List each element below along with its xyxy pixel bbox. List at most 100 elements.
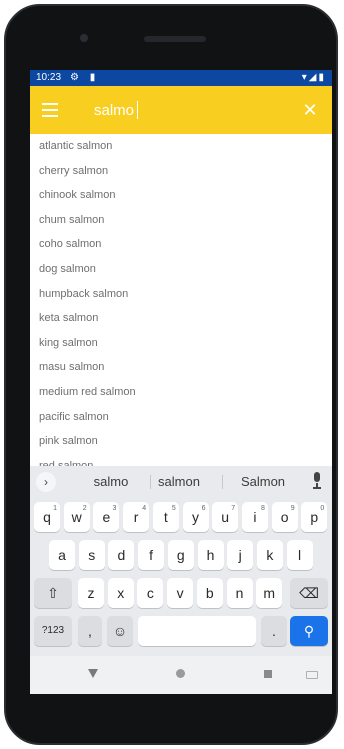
- key-q-label: q: [43, 509, 51, 525]
- key-m-label: m: [263, 585, 276, 601]
- key-number-hint: 2: [82, 505, 87, 512]
- key-q[interactable]: q1: [34, 502, 60, 532]
- suggestion-item[interactable]: red salmon: [30, 454, 332, 466]
- shift-key[interactable]: ⇧: [34, 578, 72, 608]
- key-i-label: i: [253, 509, 257, 525]
- search-enter-key-label: ⚲: [303, 623, 315, 639]
- key-l-label: l: [298, 547, 302, 563]
- status-notification-icons: ⚙ ▮: [70, 72, 100, 83]
- key-number-hint: 0: [320, 505, 325, 512]
- suggestion-item[interactable]: masu salmon: [30, 355, 332, 380]
- key-number-hint: 3: [112, 505, 117, 512]
- recent-square-icon[interactable]: [264, 670, 272, 678]
- key-a[interactable]: a: [49, 540, 75, 570]
- key-number-hint: 7: [231, 505, 236, 512]
- key-p-label: p: [310, 509, 319, 525]
- home-circle-icon[interactable]: [176, 669, 185, 678]
- key-d-label: d: [117, 547, 126, 563]
- key-g[interactable]: g: [167, 540, 194, 570]
- key-l[interactable]: l: [286, 540, 313, 570]
- key-k[interactable]: k: [256, 540, 283, 570]
- key-e-label: e: [102, 509, 111, 525]
- mic-icon[interactable]: [310, 472, 324, 490]
- key-m[interactable]: m: [256, 578, 283, 608]
- suggestion-item[interactable]: chinook salmon: [30, 183, 332, 208]
- suggestion-item[interactable]: pacific salmon: [30, 405, 332, 430]
- suggestion-list: atlantic salmon cherry salmon chinook salm…: [30, 134, 332, 466]
- keyboard-suggestion-bar: › salmo salmon Salmon: [30, 466, 332, 496]
- key-h[interactable]: h: [197, 540, 224, 570]
- suggestion-item[interactable]: cherry salmon: [30, 159, 332, 184]
- key-c[interactable]: c: [137, 578, 164, 608]
- key-p[interactable]: p0: [301, 502, 328, 532]
- suggestion-item[interactable]: keta salmon: [30, 306, 332, 331]
- keyboard-suggestion[interactable]: salmon: [142, 472, 216, 492]
- comma-key[interactable]: ,: [78, 616, 102, 646]
- on-screen-keyboard: › salmo salmon Salmon q1w2e3r4t5y6u7i8o9…: [30, 466, 332, 656]
- key-z[interactable]: z: [78, 578, 104, 608]
- key-x[interactable]: x: [107, 578, 134, 608]
- key-b[interactable]: b: [196, 578, 223, 608]
- device-frame: 10:23 ⚙ ▮ ▾◢▮ ✕ atlantic salmoncherry sa…: [4, 4, 338, 745]
- key-number-hint: 5: [171, 505, 176, 512]
- key-t[interactable]: t5: [152, 502, 179, 532]
- key-i[interactable]: i8: [241, 502, 268, 532]
- key-n[interactable]: n: [226, 578, 253, 608]
- status-bar: 10:23 ⚙ ▮ ▾◢▮: [30, 70, 332, 86]
- key-number-hint: 1: [53, 505, 57, 512]
- suggestion-item[interactable]: atlantic salmon: [30, 134, 332, 159]
- suggestion-item[interactable]: pink salmon: [30, 429, 332, 454]
- keyboard-suggestion[interactable]: salmo: [74, 472, 148, 492]
- key-number-hint: 8: [260, 505, 265, 512]
- key-b-label: b: [205, 585, 214, 601]
- front-camera: [80, 34, 88, 42]
- spacebar-key[interactable]: [138, 616, 256, 646]
- suggestion-item[interactable]: chum salmon: [30, 208, 332, 233]
- key-a-label: a: [58, 547, 66, 563]
- backspace-key[interactable]: ⌫: [290, 578, 328, 608]
- key-y[interactable]: y6: [182, 502, 209, 532]
- key-d[interactable]: d: [108, 540, 135, 570]
- period-key[interactable]: .: [261, 616, 287, 646]
- back-triangle-icon[interactable]: [88, 669, 98, 678]
- key-r[interactable]: r4: [123, 502, 150, 532]
- status-time: 10:23: [36, 72, 62, 83]
- search-enter-key[interactable]: ⚲: [290, 616, 328, 646]
- backspace-key-label: ⌫: [299, 585, 319, 601]
- navigation-bar: [30, 656, 332, 694]
- shift-key-label: ⇧: [47, 585, 59, 601]
- key-k-label: k: [266, 547, 274, 563]
- key-v-label: v: [176, 585, 184, 601]
- key-v[interactable]: v: [167, 578, 194, 608]
- key-e[interactable]: e3: [93, 502, 120, 532]
- keyboard-suggestion[interactable]: Salmon: [226, 472, 300, 492]
- key-g-label: g: [176, 547, 185, 563]
- suggestion-item[interactable]: dog salmon: [30, 257, 332, 282]
- suggestion-item[interactable]: king salmon: [30, 331, 332, 356]
- keyboard-switch-icon[interactable]: [306, 671, 318, 679]
- suggestion-item[interactable]: medium red salmon: [30, 380, 332, 405]
- status-signal-battery-icons: ▾◢▮: [301, 72, 326, 83]
- emoji-key[interactable]: ☺: [107, 616, 133, 646]
- key-c-label: c: [146, 585, 154, 601]
- earpiece-speaker: [144, 36, 206, 42]
- key-j[interactable]: j: [227, 540, 254, 570]
- expand-suggestions-button[interactable]: ›: [36, 472, 56, 492]
- search-input[interactable]: [94, 98, 284, 122]
- key-number-hint: 6: [201, 505, 206, 512]
- key-w-label: w: [71, 509, 82, 525]
- key-s-label: s: [88, 547, 96, 563]
- key-o[interactable]: o9: [271, 502, 298, 532]
- suggestion-item[interactable]: humpback salmon: [30, 282, 332, 307]
- key-f[interactable]: f: [138, 540, 165, 570]
- symbols-key[interactable]: ?123: [34, 616, 72, 646]
- suggestion-item[interactable]: coho salmon: [30, 232, 332, 257]
- close-icon[interactable]: ✕: [300, 100, 320, 120]
- suggestion-separator: [222, 475, 223, 489]
- key-n-label: n: [235, 585, 244, 601]
- key-x-label: x: [117, 585, 125, 601]
- key-u[interactable]: u7: [212, 502, 239, 532]
- key-s[interactable]: s: [78, 540, 105, 570]
- menu-icon[interactable]: [42, 103, 58, 117]
- key-w[interactable]: w2: [63, 502, 90, 532]
